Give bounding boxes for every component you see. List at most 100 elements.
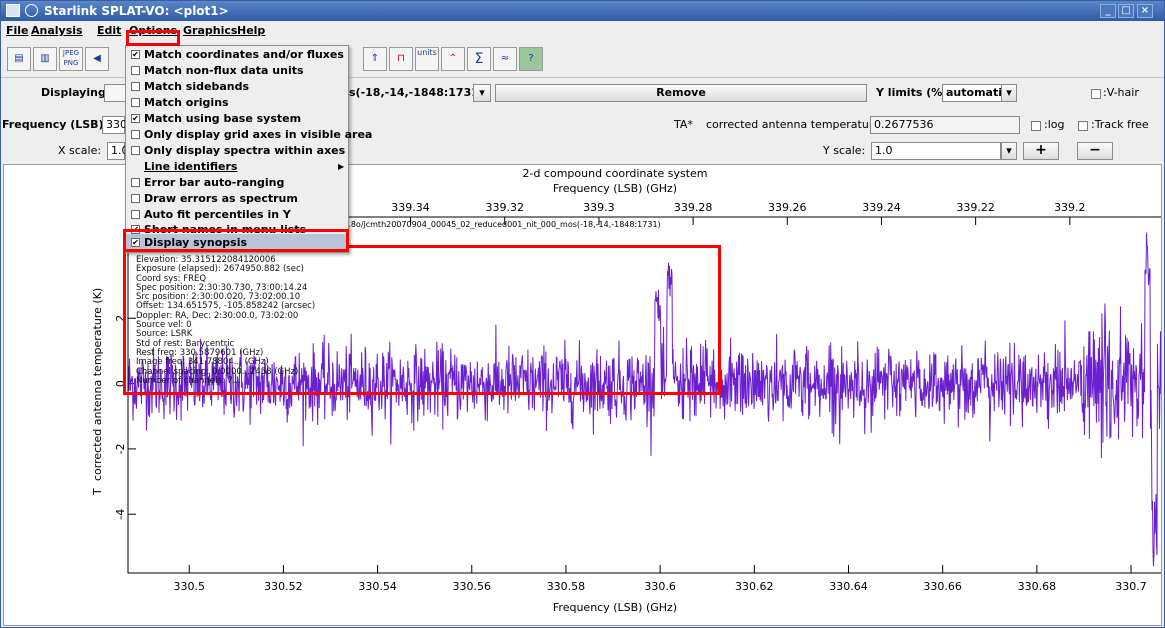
menu-help[interactable]: Help [237, 24, 265, 37]
top-x-tick-label: 339.22 [956, 201, 995, 214]
minimize-icon[interactable]: _ [1100, 4, 1116, 18]
submenu-arrow-icon: ▶ [338, 162, 345, 171]
menu-item-draw-errors-spectrum[interactable]: Draw errors as spectrum [126, 191, 348, 206]
checkbox-icon [131, 210, 140, 219]
y-axis-label: corrected antenna temperature (K) [91, 288, 104, 481]
xscale-field[interactable]: 1.0 [107, 142, 129, 160]
x-tick-label: 330.66 [923, 580, 962, 593]
x-tick-label: 330.68 [1018, 580, 1057, 593]
zoom-out-button[interactable]: − [1077, 142, 1113, 160]
app-icon [6, 4, 20, 17]
trackfree-label: :Track free [1091, 118, 1149, 131]
pulse-icon[interactable]: ⊓ [389, 47, 413, 71]
x-tick-label: 330.56 [453, 580, 492, 593]
bottom-axis-label: Frequency (LSB) (GHz) [553, 601, 677, 614]
frequency-label: Frequency (LSB): [2, 118, 108, 131]
jpeg-png-icon[interactable]: JPEG PNG [59, 47, 83, 71]
x-tick-label: 330.6 [644, 580, 676, 593]
menu-item-match-base-system[interactable]: ✔ Match using base system [126, 111, 348, 126]
ta-label: TA* [674, 118, 693, 131]
checkbox-icon [131, 66, 140, 75]
vhair-label: :V-hair [1103, 86, 1139, 99]
zoom-in-button[interactable]: + [1023, 142, 1059, 160]
menu-edit[interactable]: Edit [97, 24, 121, 37]
top-axis-label: Frequency (LSB) (GHz) [553, 182, 677, 195]
checkbox-icon [131, 130, 140, 139]
menu-item-line-identifiers[interactable]: Line identifiers ▶ [126, 159, 348, 174]
top-x-tick-label: 339.34 [391, 201, 430, 214]
x-tick-label: 330.58 [547, 580, 586, 593]
spectrum-name: ARP/13coc18o/jcmth20070904_00045_02_redu… [303, 220, 660, 229]
checkbox-icon [131, 146, 140, 155]
menu-item-auto-fit-percentiles[interactable]: Auto fit percentiles in Y [126, 207, 348, 222]
menu-file[interactable]: File [6, 24, 29, 37]
plot-title: 2-d compound coordinate system [522, 167, 707, 180]
options-menu: ✔ Match coordinates and/or fluxes Match n… [125, 45, 372, 253]
top-x-tick-label: 339.28 [674, 201, 713, 214]
x-tick-label: 330.5 [173, 580, 205, 593]
frequency-field[interactable]: 330 [102, 116, 127, 134]
displaying-label: Displaying: [41, 86, 111, 99]
menu-item-match-non-flux-units[interactable]: Match non-flux data units [126, 63, 348, 78]
multi-peak-icon[interactable]: ≈ [493, 47, 517, 71]
ylimits-label: Y limits (%): [876, 86, 952, 99]
top-x-tick-label: 339.26 [768, 201, 807, 214]
yscale-field[interactable]: 1.0 [871, 142, 1001, 160]
ylimits-dropdown-icon[interactable]: ▾ [1001, 84, 1017, 102]
window-menu-icon[interactable] [25, 4, 38, 17]
x-tick-label: 330.7 [1115, 580, 1147, 593]
log-label: :log [1044, 118, 1065, 131]
print-icon[interactable]: ▤ [7, 47, 31, 71]
checkbox-icon [131, 82, 140, 91]
log-checkbox[interactable] [1031, 121, 1041, 131]
up-arrow-icon[interactable]: ⇑ [363, 47, 387, 71]
display-synopsis-highlight [123, 229, 349, 252]
close-icon[interactable]: × [1137, 4, 1153, 18]
top-x-tick-label: 339.3 [583, 201, 615, 214]
window-title: Starlink SPLAT-VO: <plot1> [44, 4, 229, 18]
yscale-label: Y scale: [823, 144, 866, 157]
x-tick-label: 330.62 [735, 580, 774, 593]
displaying-value: s(-18,-14,-1848:1731) [349, 86, 484, 99]
xscale-label: X scale: [58, 144, 102, 157]
trackfree-checkbox[interactable] [1078, 121, 1088, 131]
checkbox-icon [131, 178, 140, 187]
line-peaks-icon[interactable]: ⌃ [441, 47, 465, 71]
top-x-tick-label: 339.32 [485, 201, 524, 214]
synopsis-highlight-box [123, 245, 721, 395]
print-preview-icon[interactable]: ▥ [33, 47, 57, 71]
checkbox-icon [131, 194, 140, 203]
y-tick-label: -2 [114, 443, 127, 454]
checkbox-icon: ✔ [131, 114, 140, 123]
checkbox-icon: ✔ [131, 50, 140, 59]
ta-description: corrected antenna temperature: [706, 118, 884, 131]
help-icon[interactable]: ? [519, 47, 543, 71]
menu-item-spectra-within-axes[interactable]: Only display spectra within axes [126, 143, 348, 158]
x-tick-label: 330.52 [264, 580, 303, 593]
top-x-tick-label: 339.24 [862, 201, 901, 214]
main-window: Starlink SPLAT-VO: <plot1> _ □ × File An… [0, 0, 1165, 628]
vhair-checkbox[interactable] [1091, 89, 1101, 99]
menu-item-match-coordinates[interactable]: ✔ Match coordinates and/or fluxes [126, 47, 348, 62]
back-icon[interactable]: ◀ [85, 47, 109, 71]
title-bar: Starlink SPLAT-VO: <plot1> _ □ × [1, 1, 1164, 21]
menu-analysis[interactable]: Analysis [31, 24, 83, 37]
units-icon[interactable]: units [415, 47, 439, 71]
maximize-icon[interactable]: □ [1118, 4, 1134, 18]
yscale-dropdown-icon[interactable]: ▾ [1001, 142, 1017, 160]
menu-item-match-sidebands[interactable]: Match sidebands [126, 79, 348, 94]
menu-item-error-bar-auto-ranging[interactable]: Error bar auto-ranging [126, 175, 348, 190]
displaying-dropdown-icon[interactable]: ▾ [473, 84, 491, 102]
top-x-tick-label: 339.2 [1054, 201, 1086, 214]
menu-item-grid-axes-visible[interactable]: Only display grid axes in visible area [126, 127, 372, 142]
menu-graphics[interactable]: Graphics [183, 24, 237, 37]
x-tick-label: 330.64 [829, 580, 868, 593]
sum-icon[interactable]: Σ [467, 47, 491, 71]
x-tick-label: 330.54 [358, 580, 397, 593]
remove-button[interactable]: Remove [495, 84, 867, 102]
y-tick-label: -4 [114, 509, 127, 520]
y-axis-symbol: T [91, 488, 104, 496]
menu-item-match-origins[interactable]: Match origins [126, 95, 348, 110]
ylimits-select[interactable]: automatic [942, 84, 1009, 102]
checkbox-icon [131, 98, 140, 107]
